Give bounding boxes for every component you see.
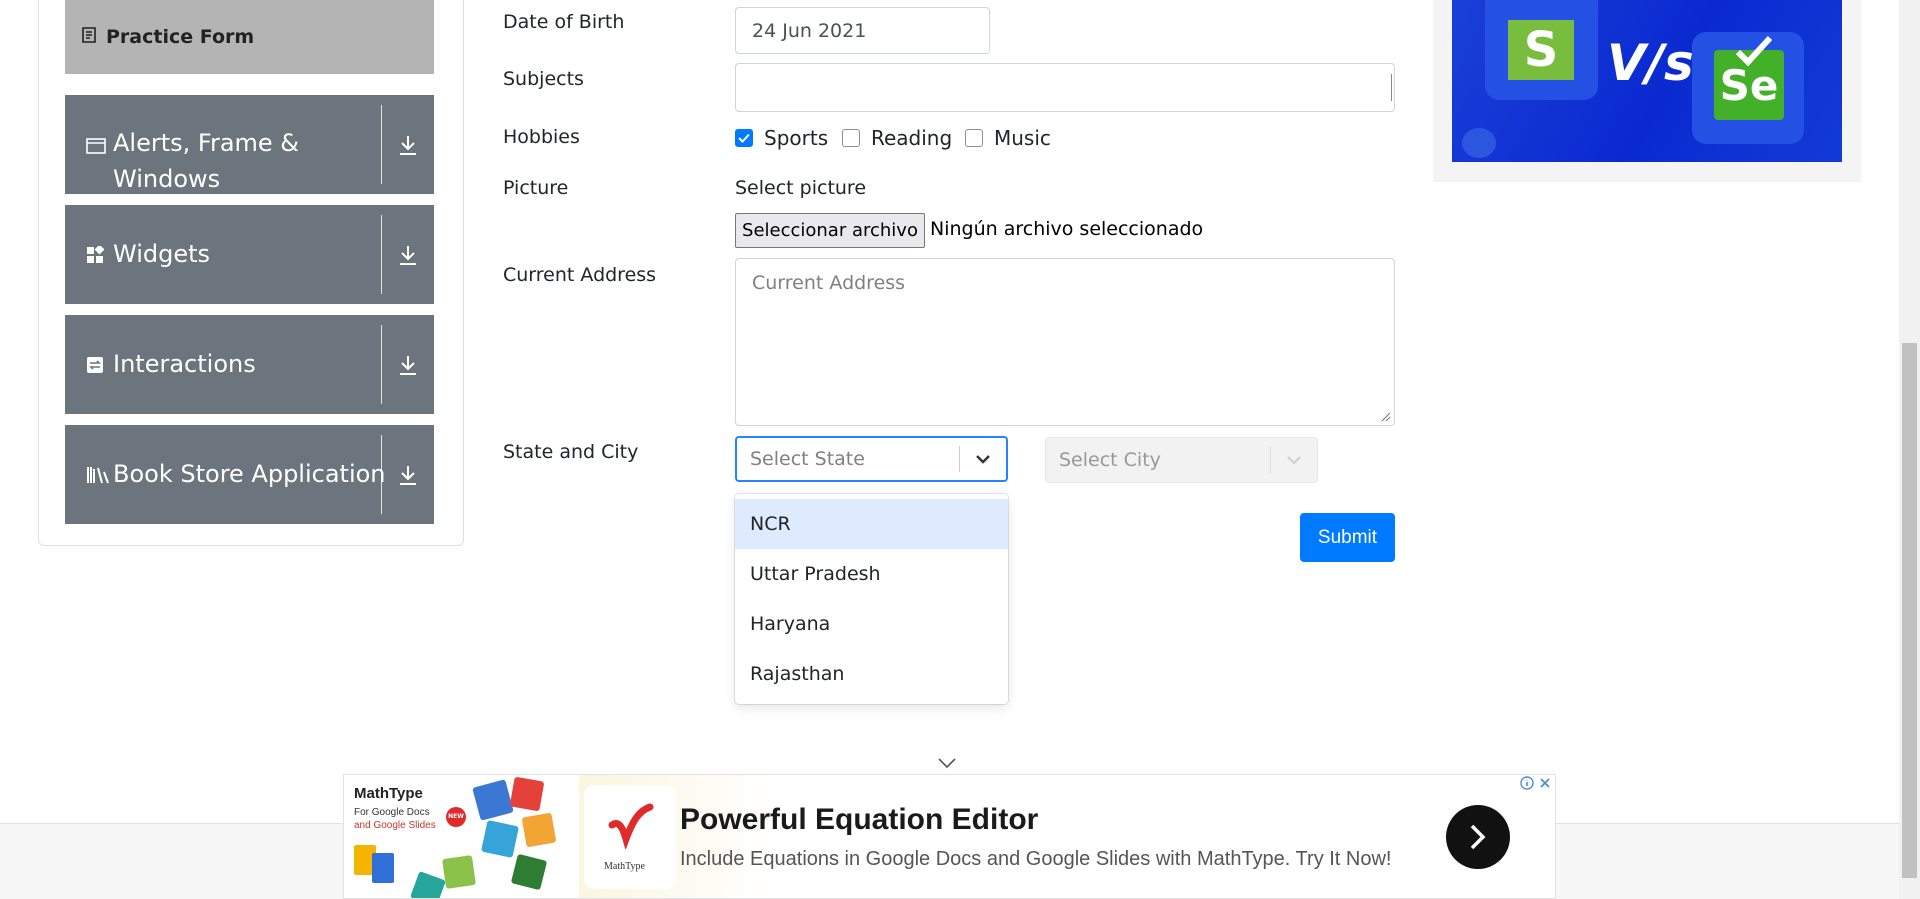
ad-image[interactable]: S V/s Se [1452, 0, 1842, 162]
mathtype-mini-text: MathType [604, 861, 645, 872]
banner-brand-sub2: and Google Slides [354, 820, 436, 831]
hobby-reading-checkbox[interactable]: Reading [842, 126, 952, 150]
banner-logo-box: MathType [584, 785, 676, 889]
collapse-chevron-icon[interactable] [937, 757, 957, 769]
checkmark-icon [1735, 35, 1773, 67]
sidebar-group-bookstore[interactable]: Book Store Application [65, 425, 434, 524]
banner-left-art: MathType For Google Docs and Google Slid… [344, 775, 579, 898]
file-status-text: Ningún archivo seleccionado [930, 218, 1204, 240]
download-icon[interactable] [382, 95, 434, 194]
widgets-icon [86, 244, 105, 269]
sidebar-group-interactions[interactable]: Interactions [65, 315, 434, 414]
sidebar-group-alerts[interactable]: Alerts, Frame & Windows [65, 95, 434, 194]
subjects-input[interactable] [735, 63, 1395, 112]
tile-icon [410, 871, 446, 898]
download-icon[interactable] [382, 205, 434, 304]
subjects-label: Subjects [503, 68, 584, 90]
ad-info-icon[interactable] [1519, 775, 1535, 791]
dob-label: Date of Birth [503, 11, 625, 33]
state-option[interactable]: Rajasthan [735, 649, 1008, 699]
group-label-line2: Windows [113, 165, 221, 193]
resize-handle-icon[interactable] [1381, 412, 1391, 422]
group-label-line1: Alerts, Frame & [113, 129, 300, 157]
banner-title: Powerful Equation Editor [680, 803, 1039, 836]
sidebar-group-widgets[interactable]: Widgets [65, 205, 434, 304]
banner-brand: MathType [354, 785, 423, 802]
decor-icon [1462, 128, 1496, 158]
download-icon[interactable] [382, 315, 434, 414]
picture-label: Picture [503, 177, 569, 199]
banner-brand-sub1: For Google Docs [354, 807, 430, 818]
submit-button[interactable]: Submit [1300, 513, 1395, 562]
books-icon [86, 465, 110, 489]
banner-next-button[interactable] [1446, 805, 1510, 869]
group-label: Book Store Application [113, 460, 386, 488]
group-label: Widgets [113, 240, 211, 268]
ad-banner[interactable]: MathType For Google Docs and Google Slid… [343, 774, 1556, 899]
checkbox-label: Music [994, 126, 1051, 150]
form-icon [82, 27, 106, 47]
state-select[interactable]: Select State [735, 436, 1008, 482]
choose-file-button[interactable]: Seleccionar archivo [735, 213, 925, 248]
checkbox-icon[interactable] [965, 129, 983, 147]
chevron-down-icon [1271, 455, 1317, 465]
hobby-music-checkbox[interactable]: Music [965, 126, 1051, 150]
checkbox-checked-icon[interactable] [735, 129, 753, 147]
state-option[interactable]: Uttar Pradesh [735, 549, 1008, 599]
current-address-textarea[interactable]: Current Address [735, 258, 1395, 426]
docs-icon [372, 853, 394, 883]
sidebar-item-label: Practice Form [106, 26, 255, 48]
mathtype-logo-icon [608, 803, 654, 849]
text-caret [1391, 74, 1392, 101]
vs-text: V/s [1607, 34, 1694, 92]
city-select[interactable]: Select City [1045, 437, 1318, 483]
select-picture-label: Select picture [735, 177, 867, 199]
state-placeholder: Select State [750, 448, 865, 470]
download-icon[interactable] [382, 425, 434, 524]
tile-icon [509, 776, 545, 812]
tile-icon [521, 812, 557, 848]
banner-subtitle: Include Equations in Google Docs and Goo… [680, 848, 1392, 870]
current-address-label: Current Address [503, 264, 657, 286]
tile-icon [510, 853, 548, 891]
chevron-down-icon[interactable] [960, 454, 1006, 464]
state-option[interactable]: Haryana [735, 599, 1008, 649]
tile-icon [442, 855, 476, 889]
banner-body [579, 775, 1555, 898]
textarea-placeholder: Current Address [752, 272, 906, 294]
city-placeholder: Select City [1059, 449, 1161, 471]
checkbox-icon[interactable] [842, 129, 860, 147]
new-badge: NEW [446, 807, 466, 827]
state-dropdown-menu: NCR Uttar Pradesh Haryana Rajasthan [735, 494, 1008, 704]
chevron-right-icon [1470, 824, 1486, 850]
ad-close-icon[interactable] [1537, 775, 1553, 791]
scrollbar-thumb[interactable] [1902, 343, 1917, 878]
window-icon [86, 135, 106, 159]
tile-icon [481, 820, 519, 858]
hobby-sports-checkbox[interactable]: Sports [735, 126, 828, 150]
group-label: Interactions [113, 350, 256, 378]
checkbox-label: Reading [871, 126, 953, 150]
checkbox-label: Sports [764, 126, 829, 150]
state-option[interactable]: NCR [735, 499, 1008, 549]
sidebar-item-practice-form[interactable]: Practice Form [65, 0, 434, 74]
katalon-logo: S [1508, 20, 1574, 80]
interactions-icon [86, 355, 104, 379]
dob-input[interactable]: 24 Jun 2021 [735, 7, 990, 54]
hobbies-label: Hobbies [503, 126, 580, 148]
tile-icon [472, 779, 514, 821]
state-city-label: State and City [503, 441, 639, 463]
